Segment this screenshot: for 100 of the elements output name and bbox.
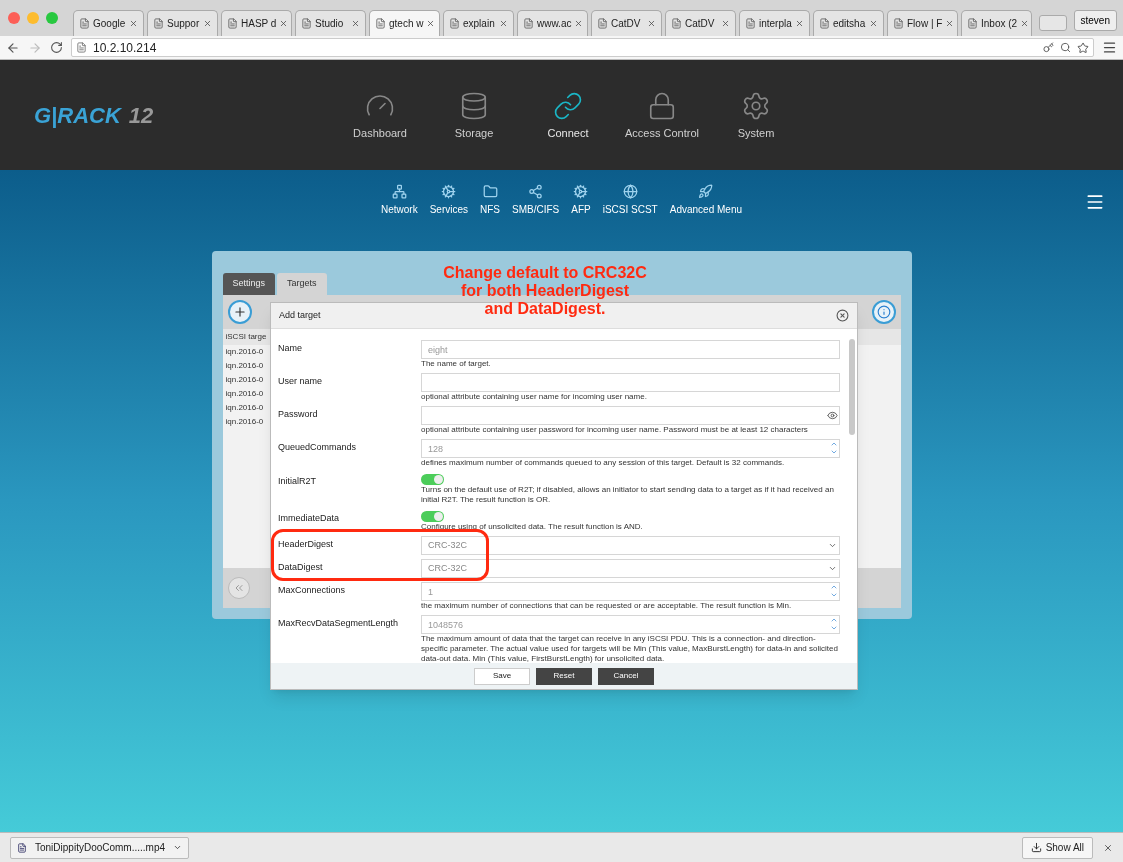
browser-tab[interactable]: HASP d [221,10,292,36]
text-field[interactable] [421,373,840,392]
text-field[interactable]: eight [421,340,840,359]
field-help: The name of target. [421,359,492,369]
page-icon [819,18,830,29]
close-tab-icon[interactable] [647,19,656,28]
browser-tab[interactable]: Flow | F [887,10,958,36]
close-icon[interactable] [836,309,849,322]
password-field[interactable] [421,406,840,425]
cogs-icon [573,184,589,199]
close-tab-icon[interactable] [945,19,955,28]
cogs-icon [441,184,457,199]
close-tab-icon[interactable] [351,19,360,28]
step-down-icon[interactable] [829,448,839,456]
page-icon [79,18,90,29]
nav-item[interactable]: Storage [432,90,516,142]
select-field[interactable]: CRC-32C [421,559,840,578]
subnav-item[interactable]: Network [381,184,418,217]
browser-tab[interactable]: Suppor [147,10,218,36]
subnav-item[interactable]: SMB/CIFS [512,184,560,217]
dialog-button[interactable]: Reset [536,667,592,685]
download-icon [1030,842,1042,853]
dialog-title: Add target [279,308,321,322]
page-icon [523,18,534,29]
nav-item[interactable]: Connect [526,90,610,142]
info-button[interactable] [871,299,896,324]
browser-tab[interactable]: Inbox (2 [961,10,1032,36]
subnav-item[interactable]: Services [429,184,469,217]
file-icon [17,842,27,853]
close-window-icon[interactable] [8,12,20,24]
browser-tab[interactable]: editsha [813,10,884,36]
number-field[interactable]: 1 [421,582,840,601]
key-icon[interactable] [1043,42,1054,53]
caret-icon[interactable] [173,843,183,852]
step-down-icon[interactable] [829,591,839,599]
panel-tab[interactable]: Settings [222,273,276,295]
profile-button[interactable]: steven [1073,10,1117,31]
close-tab-icon[interactable] [426,19,436,28]
nav-item[interactable]: System [714,90,798,142]
close-tab-icon[interactable] [721,19,730,28]
subnav-item[interactable]: Advanced Menu [669,184,742,217]
chevron-icon [828,541,837,550]
browser-tab[interactable]: Studio [295,10,366,36]
close-icon[interactable] [1103,842,1113,853]
link-icon [553,90,583,121]
back-icon[interactable] [6,40,20,55]
eye-icon[interactable] [827,410,838,421]
step-down-icon[interactable] [829,624,839,632]
page-icon [967,18,978,29]
number-field[interactable]: 1048576 [421,615,840,634]
browser-tab[interactable]: gtech w [369,10,440,36]
page-icon [893,18,904,29]
field-label: User name [278,375,323,388]
step-up-icon[interactable] [829,583,839,591]
page-icon [227,18,238,29]
menu-icon[interactable] [1102,40,1117,55]
field-label: ImmediateData [278,512,341,525]
step-up-icon[interactable] [829,616,839,624]
dialog-button[interactable]: Cancel [598,667,654,685]
browser-tab[interactable]: explain [443,10,514,36]
reload-icon[interactable] [50,41,63,54]
subnav-item[interactable]: iSCSI SCST [602,184,658,217]
subnav-item[interactable]: NFS [480,184,501,217]
dialog-button[interactable]: Save [474,667,530,685]
nav-item[interactable]: Access Control [620,90,704,142]
browser-tab[interactable]: www.ac [517,10,588,36]
close-tab-icon[interactable] [203,19,212,28]
close-tab-icon[interactable] [129,19,138,28]
download-item[interactable]: ToniDippityDooComm.....mp4 [10,836,190,859]
show-all-button[interactable]: Show All [1021,836,1093,859]
star-icon[interactable] [1077,41,1089,54]
browser-tab[interactable]: interpla [739,10,810,36]
select-field[interactable]: CRC-32C [421,536,840,555]
nav-item[interactable]: Dashboard [338,90,422,142]
close-tab-icon[interactable] [574,19,584,28]
toggle-switch[interactable] [421,473,444,485]
close-tab-icon[interactable] [1020,19,1030,28]
search-icon[interactable] [1060,42,1071,53]
browser-tab[interactable]: CatDV [665,10,736,36]
share-icon [528,184,544,199]
number-field[interactable]: 128 [421,439,840,458]
panel-tab[interactable]: Targets [277,273,327,295]
close-tab-icon[interactable] [499,19,508,28]
step-up-icon[interactable] [829,440,839,448]
browser-tab[interactable]: Google [73,10,144,36]
browser-tab[interactable]: CatDV [591,10,662,36]
toggle-switch[interactable] [421,510,444,522]
logo: G|RACK 12 [33,101,155,130]
field-help: defines maximum number of commands queued to any session of this target. Default is 32 commands. [421,458,786,468]
field-help: the maximum number of connections that can be requested or are acceptable. The result function is Min. [421,601,793,611]
page-icon [76,42,87,53]
subnav-item[interactable]: AFP [571,184,591,217]
add-button[interactable] [227,299,252,324]
file-name: ToniDippityDooComm.....mp4 [35,841,166,855]
close-tab-icon[interactable] [279,19,289,28]
close-tab-icon[interactable] [869,19,878,28]
address-field[interactable]: 10.2.10.214 [71,38,1094,57]
field-label: MaxConnections [278,584,347,597]
field-label: DataDigest [278,561,324,574]
close-tab-icon[interactable] [795,19,804,28]
